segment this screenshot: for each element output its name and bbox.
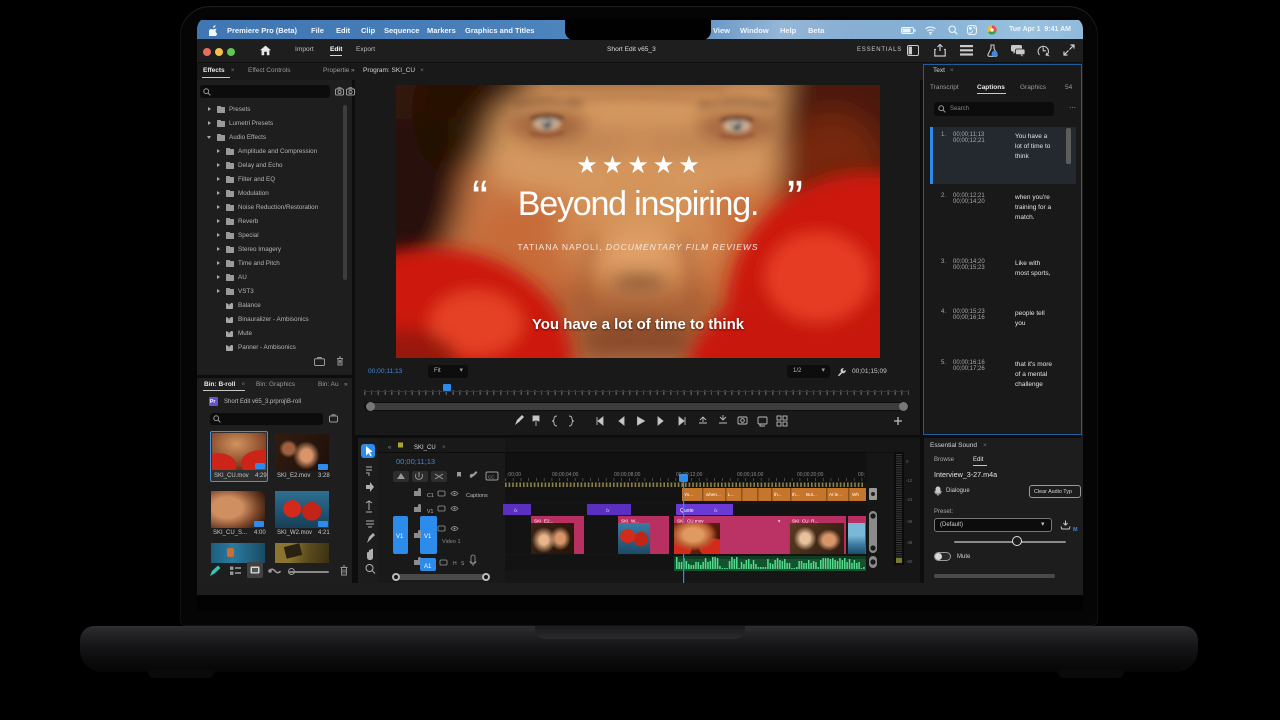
svg-text:th...: th...	[792, 492, 800, 497]
svg-text:At le...: At le...	[829, 492, 842, 497]
svg-text:-12: -12	[906, 478, 913, 483]
svg-text:00;: 00;	[858, 472, 865, 478]
svg-text:Yo...: Yo...	[684, 492, 693, 497]
svg-text:CC: CC	[488, 475, 495, 480]
svg-text:-24: -24	[906, 497, 913, 502]
svg-text:V1: V1	[396, 534, 404, 540]
svg-text:-36: -36	[906, 519, 913, 524]
svg-text:when...: when...	[706, 492, 721, 497]
svg-text:-48: -48	[906, 540, 913, 545]
svg-text:00;00;08;00: 00;00;08;00	[614, 472, 641, 478]
svg-text:A1: A1	[424, 564, 432, 570]
svg-text:V1: V1	[424, 534, 432, 540]
svg-text:th...: th...	[774, 492, 782, 497]
svg-text:V1: V1	[427, 509, 433, 515]
svg-text:00;00;12;00: 00;00;12;00	[676, 472, 703, 478]
svg-text:0: 0	[906, 459, 909, 464]
svg-text:×: ×	[442, 445, 446, 451]
svg-text:00;00;11;13: 00;00;11;13	[396, 457, 435, 466]
svg-text:C1: C1	[427, 493, 434, 499]
svg-text:L...: L...	[728, 492, 734, 497]
svg-text:Wh: Wh	[852, 492, 859, 497]
svg-text:Captions: Captions	[466, 493, 488, 499]
svg-text:Video 1: Video 1	[442, 539, 461, 545]
svg-text:00;00;04;00: 00;00;04;00	[552, 472, 579, 478]
svg-text:H: H	[453, 561, 457, 567]
svg-text:-60: -60	[906, 559, 913, 564]
svg-text:But...: But...	[806, 492, 817, 497]
svg-text:00;00;16;00: 00;00;16;00	[737, 472, 764, 478]
svg-text:Quote: Quote	[680, 508, 694, 514]
svg-text:SKI_CU: SKI_CU	[414, 445, 436, 451]
svg-text:00;00;20;00: 00;00;20;00	[797, 472, 824, 478]
svg-text:;00;00: ;00;00	[507, 472, 521, 478]
